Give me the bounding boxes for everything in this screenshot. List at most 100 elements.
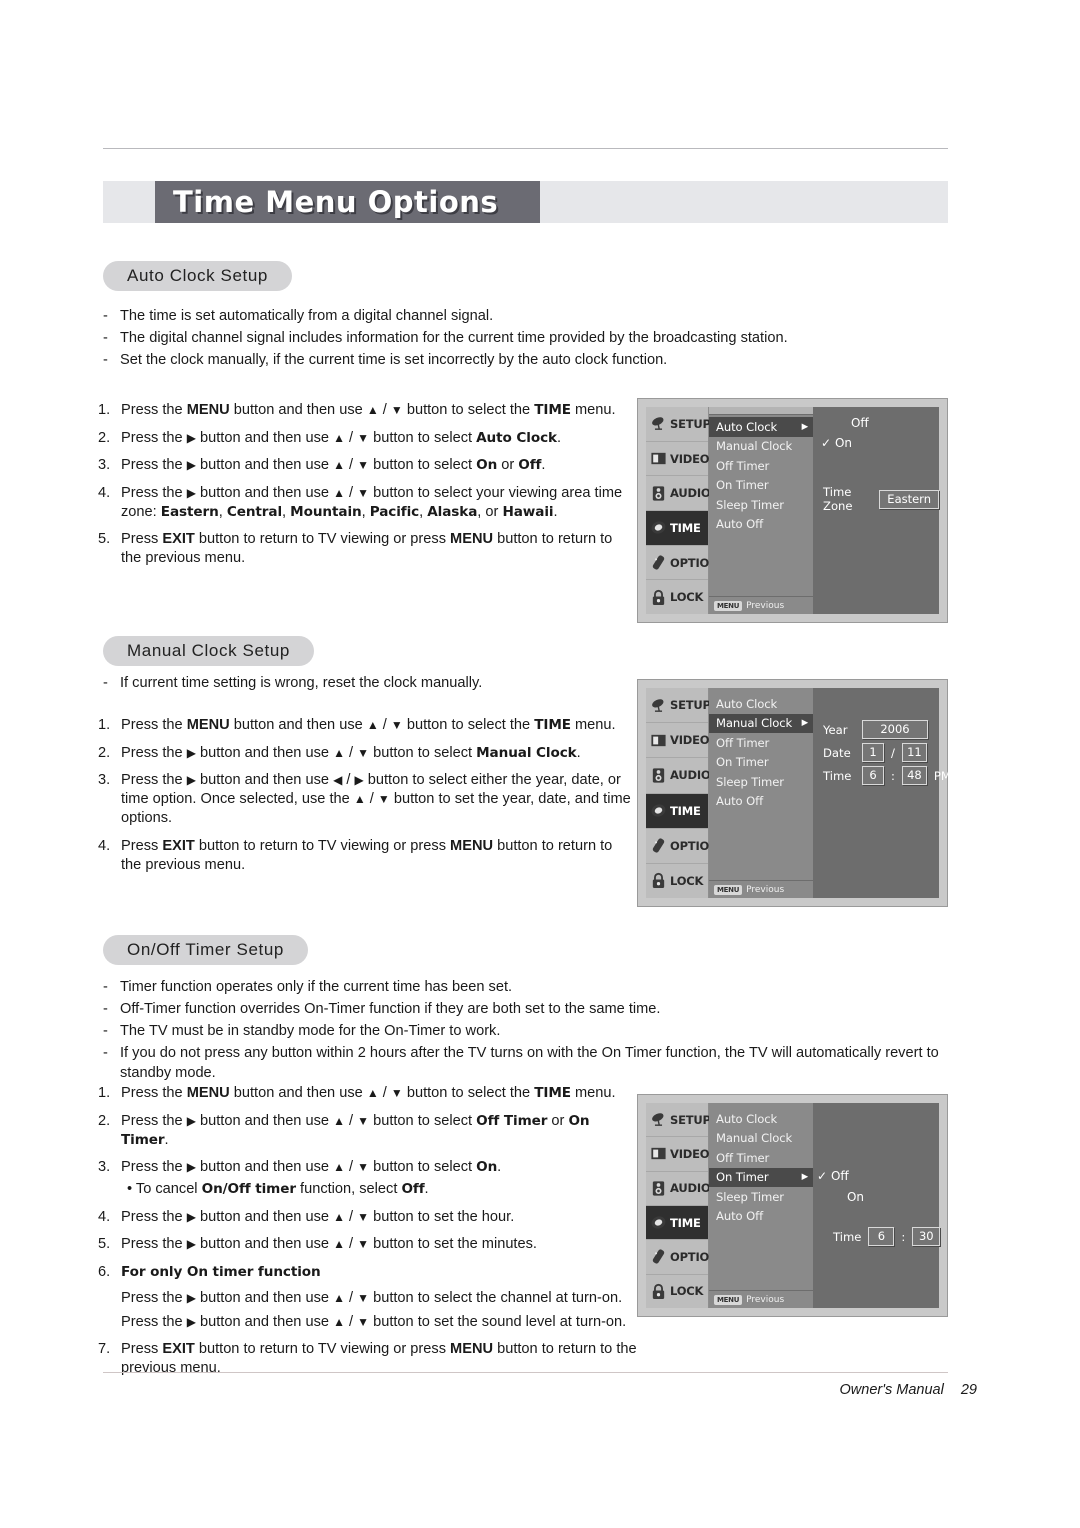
step-text: Press the ▶ button and then use ▲ / ▼ bu…	[121, 429, 562, 446]
bullet-manual-clock-item: - If current time setting is wrong, reset…	[103, 674, 663, 694]
osd-sidebar[interactable]: SETUP VIDEO AUDIO TIME OPTION LOCK	[646, 1103, 719, 1308]
osd-option-off-label: Off	[851, 416, 869, 430]
osd-sidebar-item-label: TIME	[670, 520, 701, 535]
section-heading-manual-clock: Manual Clock Setup	[103, 636, 314, 666]
osd-menu-item-label: Auto Clock	[716, 1111, 778, 1126]
osd-menu-item-manual-clock[interactable]: Manual Clock	[709, 1129, 813, 1149]
chevron-right-icon: ▶	[801, 718, 809, 729]
osd-field-time-hour[interactable]: 6	[862, 766, 884, 785]
osd-field-year[interactable]: Year 2006	[823, 720, 928, 739]
osd-menu-item-sleep-timer[interactable]: Sleep Timer	[709, 772, 813, 792]
osd-sidebar-item-audio[interactable]: AUDIO	[646, 758, 711, 794]
osd-menu-item-on-timer[interactable]: On Timer	[709, 476, 813, 496]
osd-menu-items[interactable]: Auto Clock Manual Clock ▶ Off Timer On Timer…	[709, 692, 813, 811]
osd-menu-item-manual-clock[interactable]: Manual Clock	[709, 437, 813, 457]
osd-menu-item-label: Auto Clock	[716, 696, 778, 711]
satellite-dish-icon	[652, 417, 664, 431]
osd-sidebar-item-video[interactable]: VIDEO	[646, 723, 710, 759]
step-number: 1.	[98, 402, 111, 418]
osd-field-time-zone[interactable]: Time Zone Eastern	[823, 485, 939, 513]
bullet-auto-clock-item: - The time is set automatically from a di…	[103, 307, 948, 327]
osd-menu-item-auto-clock[interactable]: Auto Clock	[709, 1109, 813, 1129]
osd-menu-items[interactable]: Auto Clock ▶ Manual Clock Off Timer On Timer…	[709, 415, 813, 534]
osd-option-on[interactable]: ✓ On	[821, 436, 852, 450]
osd-sidebar-item-video[interactable]: VIDEO	[646, 442, 710, 477]
osd-menu-item-on-timer[interactable]: On Timer	[709, 753, 813, 773]
osd-sidebar-item-time[interactable]: TIME	[646, 1205, 708, 1241]
osd-menu-item-label: Sleep Timer	[716, 1189, 784, 1204]
osd-field-time-label: Time	[823, 768, 852, 783]
osd-menu-item-manual-clock[interactable]: Manual Clock ▶	[709, 713, 813, 733]
bullet-text: If you do not press any button within 2 …	[120, 1045, 939, 1081]
osd-sidebar-item-lock[interactable]: LOCK	[646, 580, 708, 614]
osd-field-date-day[interactable]: 11	[901, 743, 927, 762]
satellite-dish-icon	[652, 698, 664, 712]
osd-field-date-month[interactable]: 1	[862, 743, 884, 762]
osd-field-time[interactable]: Time 6 : 48 PM	[823, 766, 951, 785]
osd-sidebar[interactable]: SETUP VIDEO AUDIO TIME OPTION LOCK	[646, 688, 719, 898]
osd-menu-item-sleep-timer[interactable]: Sleep Timer	[709, 1187, 813, 1207]
osd-menu-items[interactable]: Auto Clock Manual Clock Off Timer On Timer ▶…	[709, 1107, 813, 1226]
osd-menu-item-auto-off[interactable]: Auto Off	[709, 515, 813, 535]
osd-field-time-label: Time	[833, 1229, 862, 1244]
osd-menu-item-label: Off Timer	[716, 735, 770, 750]
osd-sidebar-item-setup[interactable]: SETUP	[646, 407, 711, 442]
osd-menu-item-off-timer[interactable]: Off Timer	[709, 1148, 813, 1168]
osd-sidebar-item-video[interactable]: VIDEO	[646, 1137, 710, 1172]
osd-field-time-zone-value[interactable]: Eastern	[879, 489, 939, 509]
bullet-dash: -	[103, 675, 108, 691]
osd-option-off[interactable]: ✓ Off	[817, 1169, 849, 1183]
osd-field-date[interactable]: Date 1 / 11	[823, 743, 927, 762]
osd-field-time-hour[interactable]: 6	[868, 1227, 895, 1246]
osd-detail-panel[interactable]: ✓ Off On Time 6 : 30	[813, 1103, 941, 1308]
osd-field-time-minute[interactable]: 30	[912, 1227, 941, 1246]
osd-sidebar-item-option[interactable]: OPTION	[646, 829, 719, 864]
manual-page: Time Menu Options Auto Clock Setup - The …	[0, 0, 1080, 1528]
osd-menu-item-on-timer[interactable]: On Timer ▶	[709, 1167, 813, 1187]
step-list-manual-clock: 1. Press the MENU button and then use ▲ /…	[98, 716, 636, 883]
osd-sidebar-item-lock[interactable]: LOCK	[646, 1275, 708, 1308]
osd-sidebar-item-lock[interactable]: LOCK	[646, 864, 708, 898]
osd-option-on[interactable]: On	[833, 1190, 864, 1204]
osd-option-off-label: Off	[831, 1169, 849, 1183]
osd-field-time-minute[interactable]: 48	[901, 766, 927, 785]
osd-menu-item-off-timer[interactable]: Off Timer	[709, 456, 813, 476]
osd-field-year-value[interactable]: 2006	[862, 720, 928, 739]
section-heading-manual-clock-label: Manual Clock Setup	[127, 641, 290, 660]
osd-menu-item-off-timer[interactable]: Off Timer	[709, 733, 813, 753]
osd-menu-item-auto-off[interactable]: Auto Off	[709, 1207, 813, 1227]
osd-menu-item-auto-off[interactable]: Auto Off	[709, 792, 813, 812]
osd-sidebar-item-time[interactable]: TIME	[646, 511, 708, 546]
step-auto-clock-item: 4. Press the ▶ button and then use ▲ / ▼ …	[98, 484, 636, 522]
menu-chip: MENU	[714, 600, 743, 611]
osd-sidebar-item-audio[interactable]: AUDIO	[646, 1172, 711, 1206]
osd-sidebar[interactable]: SETUP VIDEO AUDIO TIME OPTION LOCK	[646, 407, 719, 614]
osd-menu-item-auto-clock[interactable]: Auto Clock	[709, 694, 813, 714]
step-number: 1.	[98, 717, 111, 733]
osd-menu-list[interactable]: Auto Clock Manual Clock ▶ Off Timer On Timer…	[709, 688, 813, 898]
osd-field-time[interactable]: Time 6 : 30	[833, 1227, 941, 1246]
osd-menu-item-sleep-timer[interactable]: Sleep Timer	[709, 495, 813, 515]
osd-menu-topbar	[709, 407, 813, 415]
osd-menu-list[interactable]: Auto Clock ▶ Manual Clock Off Timer On Timer…	[709, 407, 813, 614]
step-number: 3.	[98, 457, 111, 473]
osd-menu-spacer	[709, 1226, 813, 1290]
osd-sidebar-item-setup[interactable]: SETUP	[646, 1103, 711, 1138]
osd-sidebar-item-setup[interactable]: SETUP	[646, 688, 711, 724]
osd-menu-item-auto-clock[interactable]: Auto Clock ▶	[709, 417, 813, 437]
step-text: Press the ▶ button and then use ▲ / ▼ bu…	[121, 1236, 537, 1252]
step-manual-clock-item: 1. Press the MENU button and then use ▲ /…	[98, 716, 636, 735]
osd-menu-item-label: Off Timer	[716, 458, 770, 473]
osd-sidebar-item-option[interactable]: OPTION	[646, 546, 719, 581]
osd-option-off[interactable]: Off	[837, 416, 869, 430]
bullet-dash: -	[103, 979, 108, 995]
osd-detail-panel[interactable]: Year 2006 Date 1 / 11 Time 6 : 48 PM	[813, 688, 951, 898]
osd-sidebar-item-audio[interactable]: AUDIO	[646, 476, 711, 512]
osd-menu-list[interactable]: Auto Clock Manual Clock Off Timer On Timer ▶…	[709, 1103, 813, 1308]
osd-sidebar-item-option[interactable]: OPTION	[646, 1240, 719, 1275]
step-text: Press the ▶ button and then use ◀ / ▶ bu…	[121, 772, 631, 826]
osd-sidebar-item-time[interactable]: TIME	[646, 793, 708, 829]
osd-field-date-separator: /	[891, 745, 895, 760]
osd-detail-panel[interactable]: Off ✓ On Time Zone Eastern	[813, 407, 939, 614]
clock-icon	[651, 1216, 666, 1229]
